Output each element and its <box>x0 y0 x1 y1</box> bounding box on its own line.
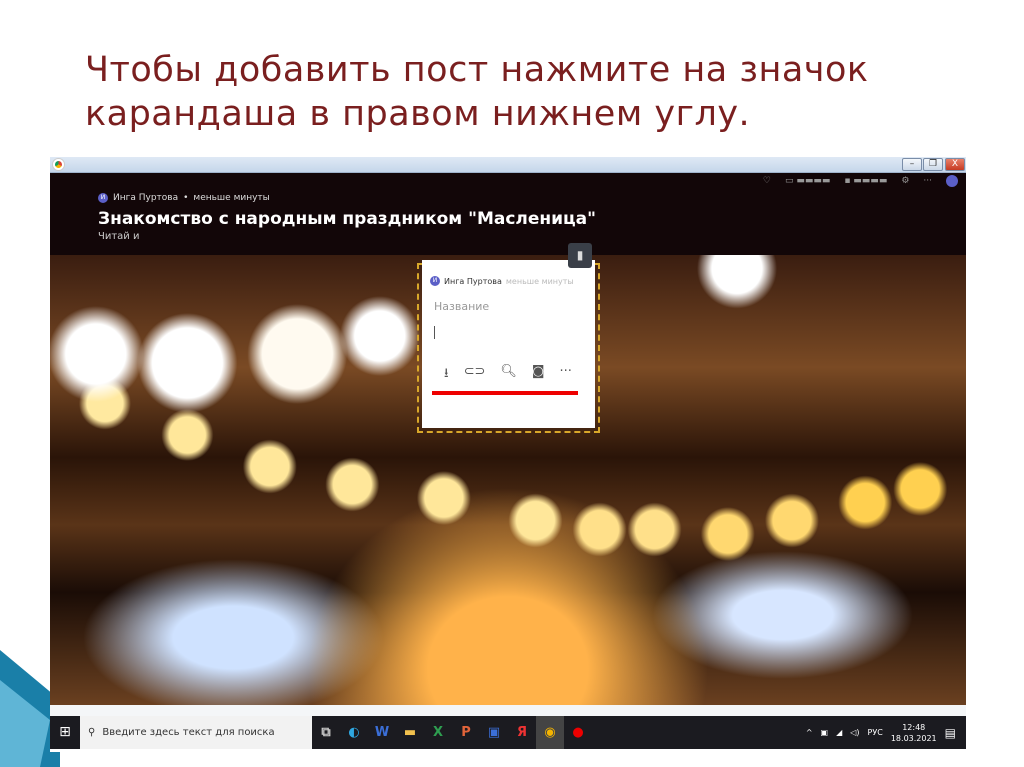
page-bottom <box>50 705 966 716</box>
taskbar-search[interactable]: ⚲ Введите здесь текст для поиска <box>80 716 312 749</box>
search-placeholder: Введите здесь текст для поиска <box>102 727 275 738</box>
text-cursor <box>434 326 435 339</box>
upload-icon[interactable]: ⭳ <box>444 364 449 386</box>
post-editor-card: И Инга Пуртова меньше минуты Название ⭳ … <box>422 260 595 428</box>
read-time: меньше минуты <box>193 193 270 203</box>
close-button[interactable]: X <box>945 158 965 171</box>
explorer-icon[interactable]: ▬ <box>396 716 424 749</box>
trash-icon: ▮ <box>576 248 584 262</box>
minimize-button[interactable]: – <box>902 158 922 171</box>
author-name[interactable]: Инга Пуртова <box>113 193 178 203</box>
red-underline <box>432 391 578 395</box>
wifi-icon[interactable]: ◢ <box>836 728 842 737</box>
title-input[interactable]: Название <box>434 300 489 313</box>
browser-screenshot: – ❐ X ♡ ▭ ▬▬▬▬ ▪ ▬▬▬▬ ⚙ ··· И Инга Пурто… <box>50 157 966 752</box>
subscribe-icon[interactable]: ▪ ▬▬▬▬ <box>844 176 887 186</box>
camera-icon[interactable]: ◙ <box>532 364 545 386</box>
bookmark-icon[interactable]: ♡ <box>763 176 771 186</box>
task-view-icon[interactable]: ⧉ <box>312 716 340 749</box>
chrome-taskbar-icon[interactable]: ◉ <box>536 716 564 749</box>
window-titlebar: – ❐ X <box>50 157 966 173</box>
network-icon[interactable]: ▣ <box>821 728 829 737</box>
volume-icon[interactable]: ◁) <box>850 728 859 737</box>
search-image-icon[interactable]: 🔍︎ <box>500 364 517 386</box>
record-icon[interactable]: ● <box>564 716 592 749</box>
author-avatar: И <box>98 193 108 203</box>
top-toolbar: ♡ ▭ ▬▬▬▬ ▪ ▬▬▬▬ ⚙ ··· <box>763 175 958 187</box>
maximize-button[interactable]: ❐ <box>923 158 943 171</box>
chrome-icon <box>53 159 64 170</box>
share-icon[interactable]: ▭ ▬▬▬▬ <box>785 176 830 186</box>
powerpoint-icon[interactable]: P <box>452 716 480 749</box>
more-icon[interactable]: ··· <box>560 364 572 386</box>
chevron-up-icon[interactable]: ^ <box>806 728 813 737</box>
search-icon: ⚲ <box>88 727 96 738</box>
post-title: Знакомство с народным праздником "Маслен… <box>98 209 596 229</box>
save-icon[interactable]: ▣ <box>480 716 508 749</box>
more-icon[interactable]: ··· <box>923 176 932 186</box>
link-icon[interactable]: ⊂⊃ <box>464 364 486 386</box>
edge-icon[interactable]: ◐ <box>340 716 368 749</box>
clock-time: 12:48 <box>902 722 926 732</box>
editor-author-avatar: И <box>430 276 440 286</box>
editor-read-time: меньше минуты <box>505 276 574 286</box>
post-header: ♡ ▭ ▬▬▬▬ ▪ ▬▬▬▬ ⚙ ··· И Инга Пуртова • м… <box>50 173 966 255</box>
taskbar: ⊞ ⚲ Введите здесь текст для поиска ⧉ ◐ W … <box>50 716 966 749</box>
separator-dot: • <box>183 193 189 203</box>
trash-button[interactable]: ▮ <box>568 243 592 268</box>
clock[interactable]: 12:48 18.03.2021 <box>891 722 937 744</box>
word-icon[interactable]: W <box>368 716 396 749</box>
user-avatar[interactable] <box>946 175 958 187</box>
post-subtitle: Читай и <box>98 231 140 242</box>
slide-title: Чтобы добавить пост нажмите на значок ка… <box>85 50 869 134</box>
clock-date: 18.03.2021 <box>890 733 937 743</box>
system-tray: ^ ▣ ◢ ◁) РУС 12:48 18.03.2021 ▤ <box>806 722 966 744</box>
language-indicator[interactable]: РУС <box>868 728 883 737</box>
start-button[interactable]: ⊞ <box>50 716 80 749</box>
excel-icon[interactable]: X <box>424 716 452 749</box>
notification-icon[interactable]: ▤ <box>945 726 956 740</box>
editor-author-name: Инга Пуртова <box>444 276 502 286</box>
yandex-icon[interactable]: Я <box>508 716 536 749</box>
settings-icon[interactable]: ⚙ <box>901 176 909 186</box>
